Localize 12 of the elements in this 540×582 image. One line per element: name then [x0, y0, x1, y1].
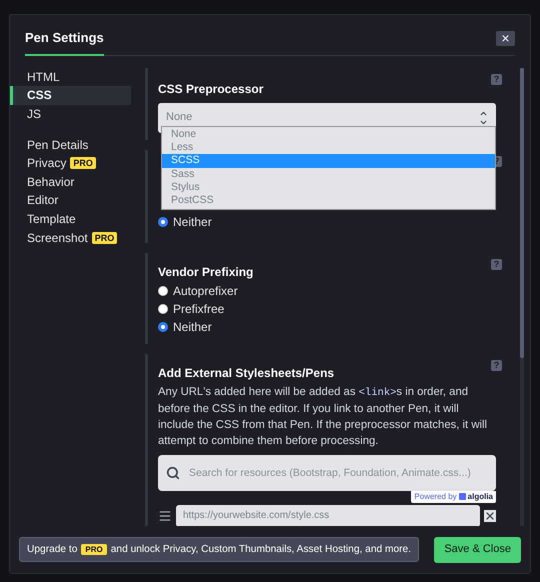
radio-label: Prefixfree: [173, 300, 224, 318]
section-title: Vendor Prefixing: [158, 264, 254, 280]
section-title: CSS Preprocessor: [158, 80, 264, 98]
pro-badge: PRO: [70, 157, 96, 170]
section-title: Add External Stylesheets/Pens: [158, 364, 336, 382]
section-description: Any URL's added here will be added as <link>s in order, and before the CSS in the editor. If you link to another Pen, it will include the CSS from that Pen. If the preprocessor matches, it will attempt to combine them before processing.: [158, 384, 488, 448]
dialog-title: Pen Settings: [25, 28, 104, 56]
radio-label: Neither: [173, 318, 212, 336]
pro-badge: PRO: [92, 232, 118, 244]
radio-label: Neither: [173, 214, 212, 230]
pro-badge: PRO: [81, 544, 107, 555]
radio-label: Autoprefixer: [173, 282, 238, 300]
